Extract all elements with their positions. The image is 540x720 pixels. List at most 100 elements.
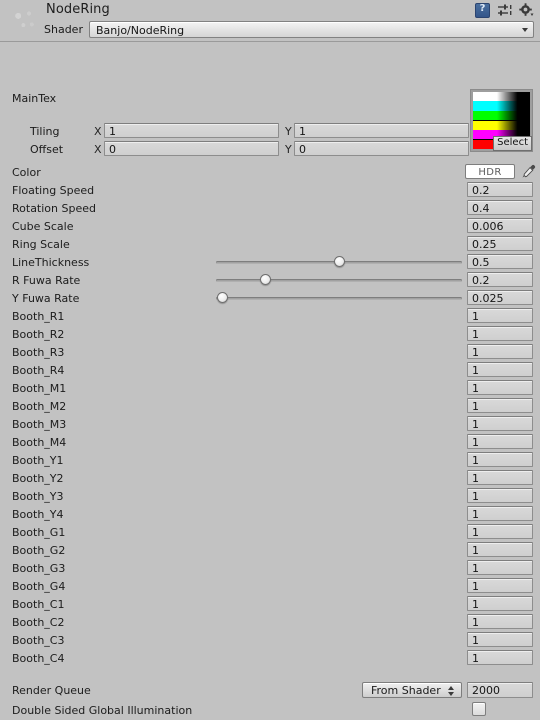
property-value: 1 — [472, 580, 479, 593]
texture-color-bar — [473, 110, 530, 121]
property-label: Booth_M2 — [12, 400, 67, 413]
color-row: Color HDR — [0, 163, 540, 181]
property-label: Booth_Y4 — [12, 508, 64, 521]
property-value-input[interactable]: 1 — [467, 326, 533, 341]
property-value-input[interactable]: 0.2 — [467, 272, 533, 287]
offset-y-input[interactable]: 0 — [294, 141, 469, 156]
property-value: 0.006 — [472, 220, 504, 233]
property-row: Booth_C2 1 — [0, 613, 540, 631]
render-queue-mode: From Shader — [371, 684, 441, 697]
property-slider[interactable] — [216, 256, 462, 267]
preset-icon[interactable] — [497, 3, 512, 18]
property-value: 0.25 — [472, 238, 497, 251]
property-value-input[interactable]: 1 — [467, 560, 533, 575]
shader-label: Shader — [44, 23, 83, 36]
offset-y-axis-label: Y — [285, 143, 292, 156]
slider-handle[interactable] — [217, 292, 229, 303]
property-value-input[interactable]: 1 — [467, 506, 533, 521]
property-value: 0.2 — [472, 184, 490, 197]
property-label: Booth_M3 — [12, 418, 67, 431]
render-queue-input[interactable]: 2000 — [467, 682, 533, 698]
property-label: Booth_C3 — [12, 634, 65, 647]
property-row: Booth_Y3 1 — [0, 487, 540, 505]
chevron-down-icon — [522, 28, 528, 32]
property-value-input[interactable]: 1 — [467, 596, 533, 611]
property-label: Booth_G3 — [12, 562, 66, 575]
color-label: Color — [12, 166, 41, 179]
property-value-input[interactable]: 1 — [467, 362, 533, 377]
property-value-input[interactable]: 1 — [467, 434, 533, 449]
property-value: 1 — [472, 436, 479, 449]
slider-handle[interactable] — [334, 256, 345, 267]
property-value-input[interactable]: 0.006 — [467, 218, 533, 233]
property-row: Booth_M2 1 — [0, 397, 540, 415]
render-queue-dropdown[interactable]: From Shader — [362, 682, 462, 698]
property-value: 1 — [472, 508, 479, 521]
property-row: Booth_R1 1 — [0, 307, 540, 325]
offset-row: Offset X 0 Y 0 — [0, 141, 540, 159]
property-value-input[interactable]: 0.5 — [467, 254, 533, 269]
double-sided-gi-checkbox[interactable] — [472, 702, 486, 716]
property-value-input[interactable]: 1 — [467, 578, 533, 593]
property-value-input[interactable]: 1 — [467, 614, 533, 629]
property-row: Booth_G1 1 — [0, 523, 540, 541]
property-value-input[interactable]: 1 — [467, 650, 533, 665]
property-value-input[interactable]: 1 — [467, 416, 533, 431]
property-value-input[interactable]: 0.2 — [467, 182, 533, 197]
property-label: Rotation Speed — [12, 202, 96, 215]
property-value-input[interactable]: 1 — [467, 524, 533, 539]
property-row: Booth_R2 1 — [0, 325, 540, 343]
tiling-x-input[interactable]: 1 — [104, 123, 279, 138]
property-slider[interactable] — [216, 292, 462, 303]
property-value-input[interactable]: 0.4 — [467, 200, 533, 215]
shader-dropdown[interactable]: Banjo/NodeRing — [89, 21, 534, 38]
maintex-label: MainTex — [12, 92, 57, 105]
property-value-input[interactable]: 1 — [467, 452, 533, 467]
color-swatch-button[interactable]: HDR — [465, 164, 515, 179]
property-value-input[interactable]: 0.025 — [467, 290, 533, 305]
eyedropper-icon[interactable] — [521, 164, 536, 179]
offset-x-axis-label: X — [94, 143, 102, 156]
property-slider[interactable] — [216, 274, 462, 285]
property-value-input[interactable]: 1 — [467, 632, 533, 647]
property-row: LineThickness 0.5 — [0, 253, 540, 271]
property-value: 1 — [472, 652, 479, 665]
offset-x-input[interactable]: 0 — [104, 141, 279, 156]
property-label: Booth_M1 — [12, 382, 67, 395]
tiling-y-input[interactable]: 1 — [294, 123, 469, 138]
texture-color-bar — [473, 101, 530, 111]
gear-icon[interactable] — [519, 3, 534, 18]
property-row: Booth_G4 1 — [0, 577, 540, 595]
property-value-input[interactable]: 1 — [467, 308, 533, 323]
inspector-header: NodeRing ? Shader Banjo/NodeRing — [0, 0, 540, 42]
property-label: LineThickness — [12, 256, 90, 269]
property-value-input[interactable]: 1 — [467, 470, 533, 485]
property-value-input[interactable]: 1 — [467, 398, 533, 413]
property-value: 1 — [472, 616, 479, 629]
slider-handle[interactable] — [260, 274, 272, 285]
property-value-input[interactable]: 1 — [467, 344, 533, 359]
property-value: 1 — [472, 544, 479, 557]
property-value-input[interactable]: 0.25 — [467, 236, 533, 251]
property-value-input[interactable]: 1 — [467, 380, 533, 395]
tiling-y-axis-label: Y — [285, 125, 292, 138]
property-label: Booth_G4 — [12, 580, 66, 593]
render-queue-row: Render Queue From Shader 2000 — [0, 681, 540, 699]
property-value: 1 — [472, 400, 479, 413]
property-label: R Fuwa Rate — [12, 274, 81, 287]
property-value-input[interactable]: 1 — [467, 488, 533, 503]
property-value: 1 — [472, 490, 479, 503]
property-value-input[interactable]: 1 — [467, 542, 533, 557]
property-row: Booth_M4 1 — [0, 433, 540, 451]
property-label: Booth_Y3 — [12, 490, 64, 503]
property-row: Booth_R3 1 — [0, 343, 540, 361]
property-value: 1 — [472, 328, 479, 341]
double-sided-gi-row: Double Sided Global Illumination — [0, 701, 540, 719]
property-label: Booth_C4 — [12, 652, 65, 665]
property-label: Booth_Y2 — [12, 472, 64, 485]
property-value: 1 — [472, 526, 479, 539]
property-row: Rotation Speed 0.4 — [0, 199, 540, 217]
tiling-label: Tiling — [30, 125, 60, 138]
texture-color-bar — [473, 92, 530, 102]
help-icon[interactable] — [475, 3, 490, 18]
